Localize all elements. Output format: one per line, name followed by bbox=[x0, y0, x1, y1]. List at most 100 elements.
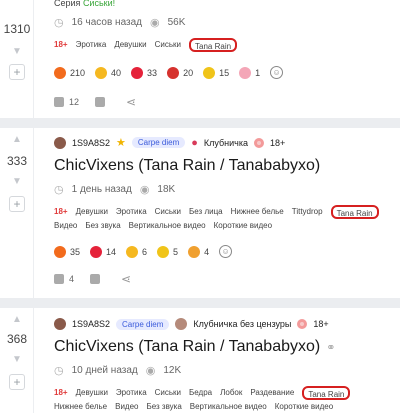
star-icon: ★ bbox=[116, 137, 126, 149]
tag-link[interactable]: Вертикальное видео bbox=[129, 219, 206, 233]
author-badge: Carpe diem bbox=[131, 137, 186, 148]
post-actions: 4 ⋖ bbox=[54, 272, 400, 286]
post-time: 10 дней назад bbox=[71, 364, 138, 376]
expand-button[interactable]: + bbox=[9, 374, 25, 390]
fire-emoji-icon bbox=[54, 66, 66, 79]
community-name[interactable]: Клубничка bbox=[204, 138, 248, 148]
tag-link[interactable]: Tittydrop bbox=[292, 205, 323, 219]
tag-link[interactable]: 18+ bbox=[54, 38, 68, 52]
tag-link[interactable]: Эротика bbox=[76, 38, 107, 52]
author-badge: Carpe diem bbox=[116, 318, 170, 330]
reaction-button[interactable]: 20 bbox=[167, 66, 194, 79]
tag-link[interactable]: 18+ bbox=[54, 205, 68, 219]
community-name[interactable]: Клубничка без цензуры bbox=[193, 319, 291, 329]
post-time: 16 часов назад bbox=[71, 16, 142, 28]
adult-icon bbox=[254, 137, 264, 148]
tag-link[interactable]: Девушки bbox=[76, 205, 108, 219]
comment-icon bbox=[54, 97, 64, 107]
tag-link[interactable]: Без лица bbox=[189, 205, 223, 219]
reaction-button[interactable]: 1 bbox=[239, 66, 260, 79]
reaction-count: 15 bbox=[219, 67, 230, 78]
reaction-button[interactable]: 6 bbox=[126, 245, 148, 258]
reaction-button[interactable]: 5 bbox=[157, 245, 178, 258]
community-avatar bbox=[175, 318, 188, 330]
post-title[interactable]: ChicVixens (Tana Rain / Tanababyxo) bbox=[54, 338, 320, 355]
tag-link[interactable]: Tana Rain bbox=[330, 205, 379, 219]
vote-count: 333 bbox=[6, 154, 28, 168]
avatar[interactable] bbox=[54, 136, 66, 149]
reaction-button[interactable]: 210 bbox=[54, 66, 85, 79]
tag-link[interactable]: Лобок bbox=[220, 386, 242, 400]
add-reaction-icon[interactable]: ☺ bbox=[219, 245, 233, 258]
save-button[interactable] bbox=[90, 274, 105, 284]
tag-link[interactable]: Бедра bbox=[189, 386, 212, 400]
reaction-count: 40 bbox=[111, 67, 122, 78]
tag-link[interactable]: Раздевание bbox=[250, 386, 294, 400]
tag-link[interactable]: Видео bbox=[54, 219, 77, 233]
series-line: Серия Сиськи! bbox=[54, 0, 400, 10]
expand-button[interactable]: + bbox=[9, 196, 25, 212]
reaction-button[interactable]: 35 bbox=[54, 245, 81, 258]
reaction-button[interactable]: 4 bbox=[188, 245, 209, 258]
tag-link[interactable]: Без звука bbox=[146, 400, 181, 413]
reaction-button[interactable]: 33 bbox=[131, 66, 157, 79]
author-name[interactable]: 1S9A8S2 bbox=[72, 138, 110, 148]
comment-count: 4 bbox=[69, 274, 75, 284]
post-card: ▲ 368 ▼ + 1S9A8S2 Carpe diem Клубничка б… bbox=[0, 308, 400, 413]
post-author-row: 1S9A8S2 ★ Carpe diem ● Клубничка 18+ bbox=[54, 136, 400, 149]
post-meta: ◷ 10 дней назад ◉ 12K bbox=[54, 362, 400, 378]
tag-link[interactable]: Без звука bbox=[85, 219, 120, 233]
fire-emoji-icon bbox=[54, 245, 66, 258]
share-button[interactable]: ⋖ bbox=[121, 272, 131, 286]
avatar[interactable] bbox=[54, 318, 66, 330]
strawberry-icon: ● bbox=[191, 136, 198, 149]
view-count: 12K bbox=[163, 364, 182, 376]
tag-link[interactable]: Tana Rain bbox=[302, 386, 351, 400]
tag-link[interactable]: Сиськи bbox=[155, 38, 181, 52]
reaction-button[interactable]: 14 bbox=[90, 245, 116, 258]
tag-link[interactable]: Нижнее белье bbox=[231, 205, 284, 219]
adult-icon bbox=[297, 319, 308, 329]
reaction-count: 35 bbox=[70, 246, 81, 257]
reaction-count: 20 bbox=[183, 67, 194, 78]
tag-link[interactable]: Короткие видео bbox=[275, 400, 333, 413]
add-reaction-icon[interactable]: ☺ bbox=[270, 66, 284, 79]
post-title[interactable]: ChicVixens (Tana Rain / Tanababyxo) bbox=[54, 157, 400, 175]
post-card: ▲ 333 ▼ + 1S9A8S2 ★ Carpe diem ● Клубнич… bbox=[0, 128, 400, 298]
tag-link[interactable]: Видео bbox=[115, 400, 138, 413]
comments-button[interactable]: 4 bbox=[54, 274, 74, 284]
vote-count: 1310 bbox=[3, 22, 31, 36]
reaction-count: 6 bbox=[142, 246, 148, 257]
tag-link[interactable]: Нижнее белье bbox=[54, 400, 107, 413]
expand-button[interactable]: + bbox=[9, 64, 25, 80]
save-button[interactable] bbox=[95, 97, 110, 107]
tag-link[interactable]: Эротика bbox=[116, 386, 147, 400]
tag-link[interactable]: Сиськи bbox=[155, 386, 181, 400]
tag-link[interactable]: Девушки bbox=[76, 386, 108, 400]
tag-link[interactable]: Девушки bbox=[114, 38, 146, 52]
reaction-button[interactable]: 40 bbox=[95, 66, 122, 79]
downvote-icon[interactable]: ▼ bbox=[11, 177, 23, 187]
share-icon: ⋖ bbox=[121, 272, 132, 286]
save-icon bbox=[90, 274, 101, 284]
tag-link[interactable]: 18+ bbox=[54, 386, 68, 400]
series-link[interactable]: Сиськи! bbox=[83, 0, 115, 8]
author-name[interactable]: 1S9A8S2 bbox=[72, 319, 110, 329]
upvote-icon[interactable]: ▲ bbox=[11, 315, 23, 325]
downvote-icon[interactable]: ▼ bbox=[11, 47, 23, 57]
tag-link[interactable]: Вертикальное видео bbox=[190, 400, 267, 413]
reaction-button[interactable]: 15 bbox=[203, 66, 230, 79]
clock-icon: ◷ bbox=[54, 183, 64, 196]
upvote-icon[interactable]: ▲ bbox=[11, 135, 23, 145]
comments-button[interactable]: 12 bbox=[54, 97, 79, 107]
tag-link[interactable]: Tana Rain bbox=[189, 38, 238, 52]
tag-link[interactable]: Сиськи bbox=[155, 205, 181, 219]
tag-link[interactable]: Короткие видео bbox=[214, 219, 272, 233]
vote-bar: 1310 ▼ + bbox=[0, 0, 34, 118]
link-icon[interactable]: ⚭ bbox=[326, 342, 335, 354]
tag-list: 18+ Девушки Эротика Сиськи Бедра Лобок Раздева… bbox=[54, 386, 400, 413]
share-button[interactable]: ⋖ bbox=[126, 95, 136, 109]
reaction-bar: 35 14 6 5 4 ☺ bbox=[54, 245, 400, 258]
downvote-icon[interactable]: ▼ bbox=[11, 355, 23, 365]
tag-link[interactable]: Эротика bbox=[116, 205, 147, 219]
